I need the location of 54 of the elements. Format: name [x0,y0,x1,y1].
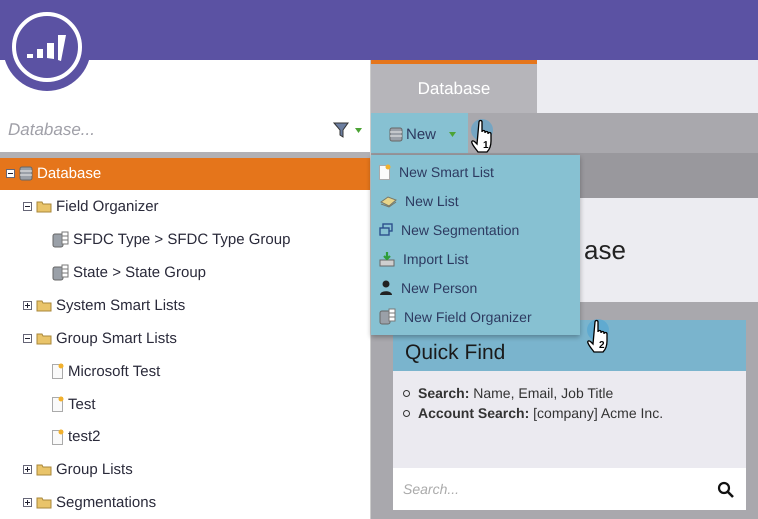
collapse-icon[interactable] [23,334,32,343]
tree-item[interactable]: State > State Group [0,256,370,289]
card-title: Quick Find [405,341,506,365]
new-button[interactable]: New [371,113,468,155]
bullet-icon [403,390,410,396]
expand-icon[interactable] [23,465,32,474]
dropdown-arrow-icon[interactable] [353,126,364,134]
database-icon [389,126,403,142]
tree-item[interactable]: SFDC Type > SFDC Type Group [0,223,370,256]
folder-icon [36,463,52,476]
collapse-icon[interactable] [23,202,32,212]
dropdown-arrow-icon [447,130,458,138]
filter-icon[interactable] [333,120,349,139]
tree-item[interactable]: Segmentations [0,486,370,519]
menu-item[interactable]: New List [371,186,580,215]
hint-text: Account Search: [company] Acme Inc. [418,405,664,421]
stack-icon [379,194,397,208]
step-number: 1 [483,140,489,151]
tree-item[interactable]: Group Smart Lists [0,322,370,355]
menu-item[interactable]: New Field Organizer [371,302,580,331]
collapse-icon[interactable] [6,169,15,178]
menu-item[interactable]: Import List [371,244,580,273]
menu-item[interactable]: New Person [371,273,580,302]
database-grid-icon [52,264,69,282]
database-grid-icon [52,231,69,248]
windows-icon [379,222,393,236]
hint-text: Search: Name, Email, Job Title [418,385,614,401]
expand-icon[interactable] [23,300,32,310]
step-number: 2 [599,340,605,351]
tree-item[interactable]: test2 [0,420,370,454]
search-bar[interactable]: Search... [393,468,746,510]
folder-icon [36,298,52,312]
database-icon [19,165,33,182]
import-icon [379,250,395,266]
tree-item[interactable]: Group Lists [0,453,370,486]
folder-icon [36,332,52,345]
expand-icon[interactable] [23,498,32,508]
document-icon [52,396,64,412]
document-icon [52,428,64,445]
search-field[interactable]: Database... [6,118,333,141]
tree-item[interactable]: System Smart Lists [0,289,370,322]
tree-item[interactable]: Microsoft Test [0,354,370,388]
database-grid-icon [379,308,396,325]
document-icon [52,363,64,380]
document-icon [379,164,391,180]
tree-item[interactable]: Field Organizer [0,190,370,224]
folder-icon [36,200,52,214]
page-heading: ase [584,234,626,266]
menu-item[interactable]: New Segmentation [371,215,580,244]
folder-icon [36,496,52,510]
person-icon [379,280,393,295]
tree-item[interactable]: Test [0,388,370,420]
search-icon[interactable] [717,480,734,498]
bullet-icon [403,410,410,416]
